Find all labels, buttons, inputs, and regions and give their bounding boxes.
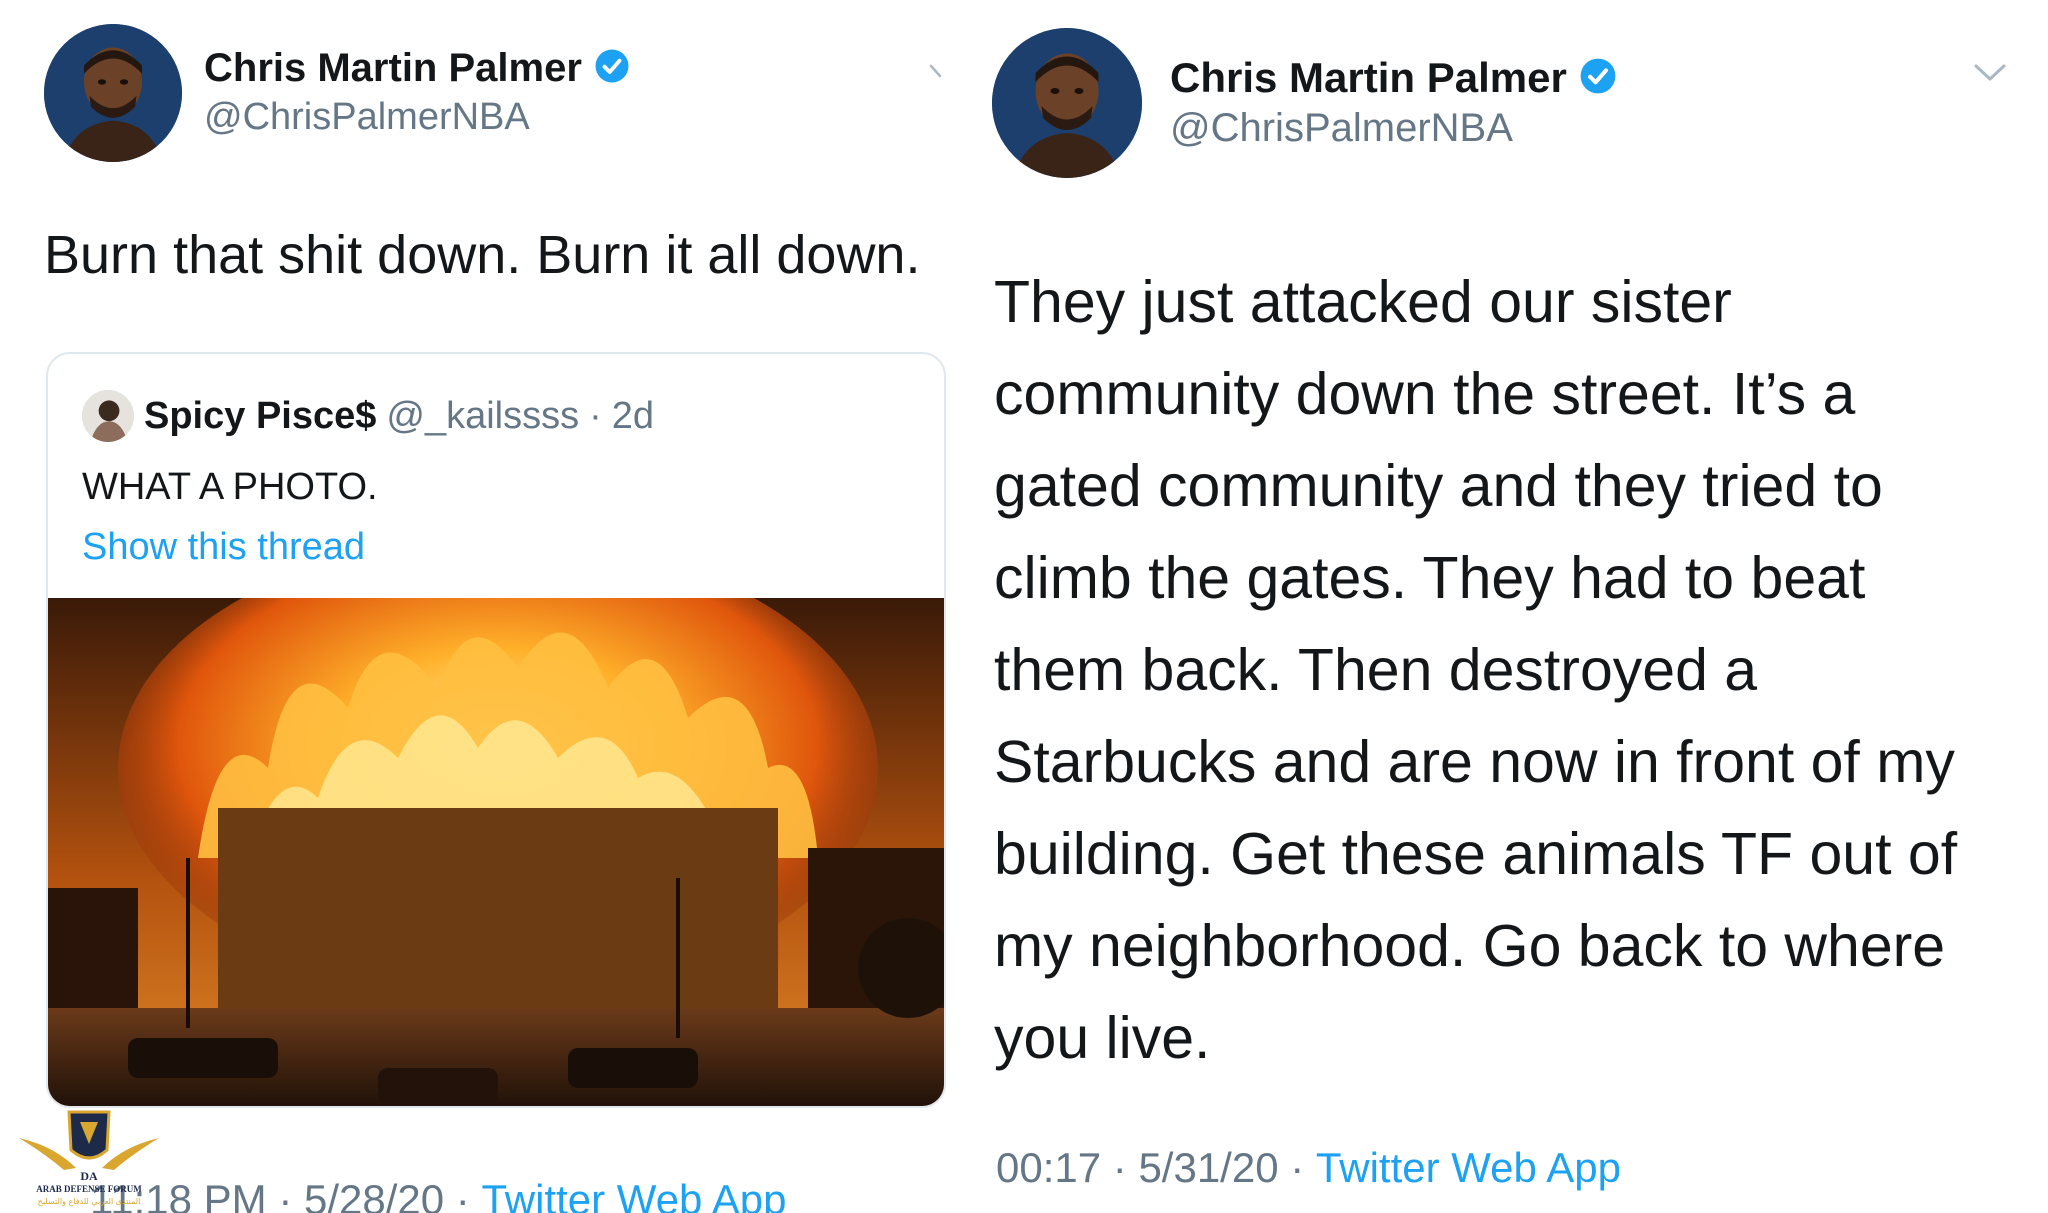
- portrait-icon: [992, 28, 1142, 178]
- author-display-name[interactable]: Chris Martin Palmer: [204, 46, 582, 91]
- tweet-source-link[interactable]: Twitter Web App: [481, 1176, 786, 1213]
- author-avatar[interactable]: [44, 24, 182, 162]
- show-thread-link[interactable]: Show this thread: [82, 526, 365, 569]
- tweet-text-line: They just attacked our sister: [994, 269, 1732, 335]
- tweet-text-line: Starbucks and are now in front of my: [994, 729, 1955, 795]
- author-handle[interactable]: @ChrisPalmerNBA: [1170, 106, 1513, 151]
- tweet-date[interactable]: 5/31/20: [1138, 1144, 1278, 1192]
- footer-separator: ·: [1101, 1144, 1139, 1191]
- quoted-author-avatar[interactable]: [82, 390, 134, 442]
- tweet-text-line: climb the gates. They had to beat: [994, 545, 1866, 611]
- quoted-tweet-age[interactable]: 2d: [612, 395, 654, 438]
- tweet-text: Burn that shit down. Burn it all down.: [44, 225, 921, 285]
- footer-separator: ·: [444, 1176, 482, 1213]
- author-display-name[interactable]: Chris Martin Palmer: [1170, 54, 1567, 102]
- author-name-row: Chris Martin Palmer: [204, 46, 630, 91]
- building-on-fire-photo[interactable]: [48, 598, 944, 1106]
- tweet-time[interactable]: 00:17: [996, 1144, 1101, 1192]
- footer-separator: ·: [266, 1176, 304, 1213]
- author-name-row: Chris Martin Palmer: [1170, 54, 1617, 102]
- verified-badge-icon: [594, 48, 630, 89]
- verified-badge-icon: [1579, 57, 1617, 100]
- tweet-right: Chris Martin Palmer @ChrisPalmerNBA They…: [960, 0, 2048, 1213]
- tweet-text-line: building. Get these animals TF out of: [994, 821, 1958, 887]
- tweet-text-line: community down the street. It’s a: [994, 361, 1856, 427]
- quoted-tweet-text: WHAT A PHOTO.: [82, 466, 378, 508]
- tweet-footer: 11:18 PM · 5/28/20 · Twitter Web App: [90, 1176, 787, 1213]
- tweet-text-line: gated community and they tried to: [994, 453, 1883, 519]
- quoted-tweet-card[interactable]: Spicy Pisce$ @_kailssss · 2d WHAT A PHOT…: [46, 352, 946, 1108]
- author-handle[interactable]: @ChrisPalmerNBA: [204, 96, 530, 139]
- svg-text:DA: DA: [80, 1169, 98, 1183]
- tweet-text-line: them back. Then destroyed a: [994, 637, 1758, 703]
- portrait-icon: [44, 24, 182, 162]
- author-avatar[interactable]: [992, 28, 1142, 178]
- quoted-author-handle[interactable]: @_kailssss: [386, 395, 579, 438]
- tweet-footer: 00:17 · 5/31/20 · Twitter Web App: [996, 1144, 1621, 1192]
- tweet-date[interactable]: 5/28/20: [304, 1176, 444, 1213]
- tweet-text-line: my neighborhood. Go back to where: [994, 913, 1946, 979]
- quoted-author-name[interactable]: Spicy Pisce$: [144, 395, 376, 438]
- quoted-meta-separator: ·: [589, 394, 602, 437]
- forum-watermark-logo: DA ARAB DEFENSE FORUM المنتدى العربي للد…: [14, 1098, 164, 1208]
- tweet-text: They just attacked our sister community …: [994, 256, 1957, 1084]
- quoted-tweet-header: Spicy Pisce$ @_kailssss · 2d: [82, 390, 654, 442]
- tweet-text-line: you live.: [994, 1005, 1211, 1071]
- tweet-left: Chris Martin Palmer @ChrisPalmerNBA Burn…: [0, 0, 960, 1213]
- footer-separator: ·: [1278, 1144, 1316, 1191]
- chevron-down-icon[interactable]: [928, 60, 950, 87]
- svg-text:المنتدى العربي للدفاع والتسليح: المنتدى العربي للدفاع والتسليح: [38, 1197, 141, 1206]
- chevron-down-icon[interactable]: [1972, 62, 2008, 89]
- tweet-source-link[interactable]: Twitter Web App: [1316, 1144, 1621, 1192]
- svg-text:ARAB DEFENSE FORUM: ARAB DEFENSE FORUM: [36, 1184, 142, 1194]
